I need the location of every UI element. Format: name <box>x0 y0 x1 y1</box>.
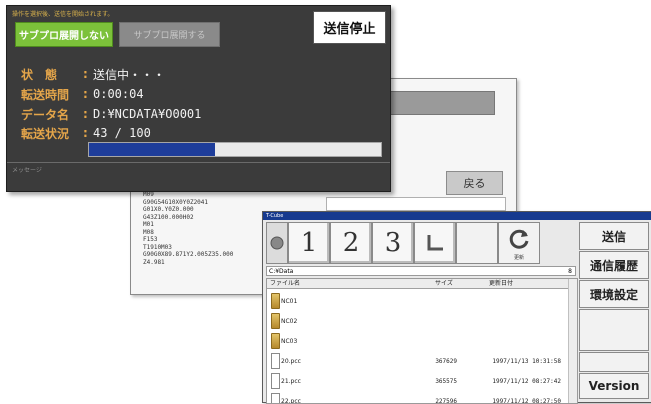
transfer-time-row: 転送時間 : 0:00:04 <box>21 85 144 103</box>
file-name: 20.pcc <box>281 358 301 365</box>
file-icon <box>271 353 280 369</box>
window-header-bar <box>389 91 495 115</box>
subprogram-expand-button[interactable]: サブプロ展開する <box>119 22 220 47</box>
status-value: 送信中・・・ <box>93 67 166 82</box>
folder-icon <box>271 333 280 349</box>
toolbar-button-2[interactable]: 2 <box>330 222 372 264</box>
file-icon <box>271 373 280 389</box>
status-label: 状 態 <box>21 67 58 82</box>
file-size: 367629 <box>435 358 457 365</box>
colon: : <box>83 87 88 101</box>
refresh-label: 更新 <box>513 255 524 261</box>
file-list-header: ファイル名 サイズ 更新日付 <box>267 279 577 289</box>
communication-history-button[interactable]: 通信履歴 <box>579 251 649 279</box>
file-date: 1997/11/12 08:27:50 <box>492 398 561 404</box>
file-icon <box>271 393 280 403</box>
toolbar-button-1[interactable]: 1 <box>288 222 330 264</box>
message-label: メッセージ <box>12 167 42 174</box>
blank-toolbar-button[interactable] <box>456 222 498 264</box>
folder-up-button[interactable] <box>414 222 456 264</box>
drive-icon[interactable] <box>266 222 288 264</box>
file-name: 22.pcc <box>281 398 301 404</box>
transfer-time-label: 転送時間 <box>21 87 70 102</box>
column-date-header[interactable]: 更新日付 <box>489 279 513 288</box>
colon: : <box>83 107 88 121</box>
empty-side-button[interactable] <box>579 309 649 351</box>
folder-row[interactable]: NC01 <box>267 290 577 312</box>
transfer-status-value: 43 / 100 <box>93 126 151 140</box>
file-row[interactable]: 20.pcc 367629 1997/11/13 10:31:58 <box>267 350 577 372</box>
column-size-header[interactable]: サイズ <box>435 279 453 288</box>
path-bar[interactable]: C:¥Data 8 <box>266 266 576 276</box>
empty-side-button[interactable] <box>579 352 649 372</box>
transfer-status-label: 転送状況 <box>21 126 70 141</box>
data-name-label: データ名 <box>21 107 70 122</box>
text-field[interactable] <box>326 197 506 211</box>
column-name-header[interactable]: ファイル名 <box>270 279 300 288</box>
toolbar: 1 2 3 更新 <box>266 222 578 264</box>
refresh-icon <box>509 229 529 249</box>
window-title: T-Cube <box>263 212 651 220</box>
file-manager-window: T-Cube 1 2 3 更新 C:¥Data 8 ファイル名 サイズ 更新日付… <box>262 211 651 404</box>
file-name: NC01 <box>281 298 298 305</box>
send-button[interactable]: 送信 <box>579 222 649 250</box>
transfer-status-row: 転送状況 : 43 / 100 <box>21 124 151 142</box>
folder-row[interactable]: NC02 <box>267 310 577 332</box>
file-date: 1997/11/13 10:31:58 <box>492 358 561 365</box>
folder-icon <box>271 293 280 309</box>
toolbar-button-3[interactable]: 3 <box>372 222 414 264</box>
environment-settings-button[interactable]: 環境設定 <box>579 280 649 308</box>
file-name: NC03 <box>281 338 298 345</box>
current-path: C:¥Data <box>269 268 294 275</box>
scrollbar[interactable] <box>568 279 577 403</box>
data-name-row: データ名 : D:¥NCDATA¥O0001 <box>21 105 201 123</box>
instruction-text: 操作を選択後、送信を開始されます。 <box>12 11 114 18</box>
side-panel: 送信 通信履歴 環境設定 Version <box>579 222 649 400</box>
refresh-button[interactable]: 更新 <box>498 222 540 264</box>
colon: : <box>83 67 88 81</box>
file-size: 227596 <box>435 398 457 404</box>
folder-icon <box>271 313 280 329</box>
progress-fill <box>89 143 215 156</box>
stop-sending-button[interactable]: 送信停止 <box>313 11 386 44</box>
data-name-value: D:¥NCDATA¥O0001 <box>93 107 202 121</box>
code-line: G90G54G10X0Y0Z2041 <box>143 198 209 206</box>
transfer-dialog: 操作を選択後、送信を開始されます。 サブプロ展開しない サブプロ展開する 送信停… <box>6 5 391 192</box>
transfer-time-value: 0:00:04 <box>93 87 144 101</box>
status-row: 状 態 : 送信中・・・ <box>21 65 165 83</box>
folder-row[interactable]: NC03 <box>267 330 577 352</box>
path-level: 8 <box>568 268 572 275</box>
no-subprogram-expand-button[interactable]: サブプロ展開しない <box>15 22 113 47</box>
file-date: 1997/11/12 08:27:42 <box>492 378 561 385</box>
file-name: 21.pcc <box>281 378 301 385</box>
colon: : <box>83 126 88 140</box>
code-line: M09 <box>143 191 154 198</box>
transfer-progress-bar <box>88 142 382 157</box>
file-size: 365575 <box>435 378 457 385</box>
file-list: ファイル名 サイズ 更新日付 NC01 NC02 NC03 20.pcc 367629 1… <box>266 278 578 404</box>
file-name: NC02 <box>281 318 298 325</box>
version-button[interactable]: Version <box>579 373 649 399</box>
back-button[interactable]: 戻る <box>446 171 503 195</box>
divider <box>7 162 390 163</box>
folder-up-icon <box>427 235 443 251</box>
file-row[interactable]: 21.pcc 365575 1997/11/12 08:27:42 <box>267 370 577 392</box>
